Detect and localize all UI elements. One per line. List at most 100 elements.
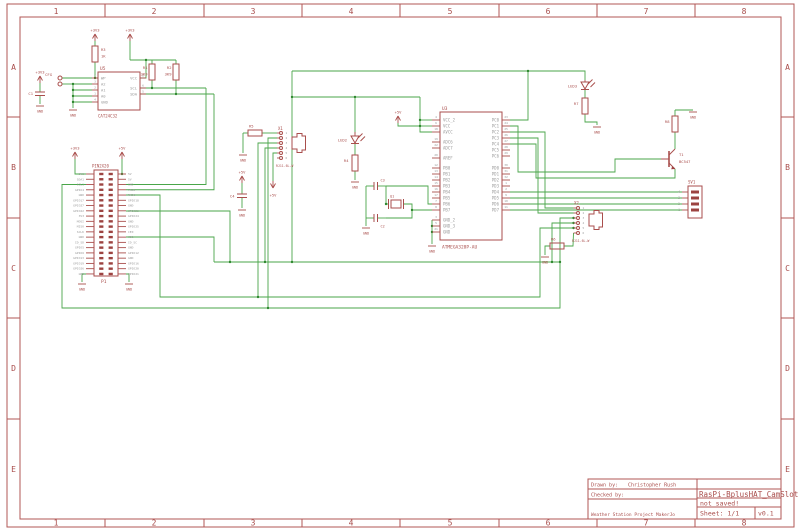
junction-dot [257, 296, 259, 298]
header-pin-label: GPIO19 [73, 261, 84, 265]
cfg-pad-1[interactable] [58, 76, 62, 80]
r8-ref: R8 [665, 119, 670, 124]
u5-pin-name: A1 [101, 88, 106, 93]
mcu-pin-name: PD1 [492, 172, 500, 177]
version-label: v0.1 [758, 510, 774, 518]
mcu-pin-number: 17 [434, 193, 438, 197]
connector-sv1[interactable]: SV1 4321 [678, 180, 702, 219]
supply-label: +3V3 [90, 28, 99, 33]
frame-col-label: 6 [546, 7, 551, 16]
u5-pin-number: 7 [94, 74, 96, 78]
rj11-jack-x1[interactable]: X1 RJ11-6L-W 123456 [276, 126, 306, 168]
mcu-pin-name: PD6 [492, 202, 500, 207]
x1-pin-number: 1 [286, 131, 288, 135]
frame-col-label: 3 [251, 519, 256, 528]
u5-pin-number: 3 [94, 80, 96, 84]
r7-ref: R7 [574, 101, 579, 106]
junction-dot [291, 96, 293, 98]
wire[interactable] [510, 126, 661, 172]
mcu-pin-number: 10 [504, 199, 508, 203]
wire[interactable] [126, 94, 214, 190]
cfg-label: CFG [45, 72, 53, 77]
transistor-t1[interactable]: T1 BC547 [661, 149, 690, 169]
mcu-pin-number: 30 [504, 163, 508, 167]
wire[interactable] [420, 97, 432, 132]
header-pin-label: MOSI [77, 219, 84, 223]
frame-col-label: 2 [152, 519, 157, 528]
gnd-label: GND [690, 116, 696, 120]
sv1-pin-number: 1 [678, 208, 680, 212]
frame-row-label: B [785, 163, 790, 172]
t1-ref: T1 [679, 152, 684, 157]
wire[interactable] [126, 88, 206, 185]
c1-ref: C1 [28, 91, 33, 96]
frame-col-label: 2 [152, 7, 157, 16]
header-pin-label: GPIO23 [128, 209, 139, 213]
resistor-r2 [173, 64, 179, 80]
mcu-pin-name: PB6 [443, 202, 451, 207]
mcu-pin-number: 3 [435, 215, 437, 219]
eeprom-u5[interactable]: U5 CAT24C32 WP7A23A12A01GND4VCC8SCL6SDA5… [45, 66, 146, 119]
wire[interactable] [258, 143, 277, 297]
junction-dots [72, 59, 575, 309]
header-pin-label: CE1 [128, 235, 134, 239]
u5-pin-name: A0 [101, 94, 106, 99]
q1-ref: Q1 [390, 195, 394, 199]
junction-dot [267, 307, 269, 309]
cfg-pad-2[interactable] [58, 82, 62, 86]
junction-dot [291, 261, 293, 263]
mcu-u3[interactable]: U3 ATMEGA328P-AU VCC_24VCC6AVCC18ADC619A… [432, 106, 510, 251]
header-pin-label: GPIO27 [73, 204, 84, 208]
mcu-pin-name: PD3 [492, 184, 500, 189]
supply-label: +3V3 [125, 28, 134, 33]
resistor-r4 [352, 155, 358, 171]
r2-ref: R2 [167, 65, 172, 70]
x2-value: RJ11-6L-W [572, 239, 589, 243]
header-pin-label: GND [128, 219, 134, 223]
capacitor-c1: C1 [28, 91, 45, 96]
r1-ref: R1 [143, 65, 148, 70]
header-pin-label: ID_SD [75, 240, 84, 244]
supply-label: +3V3 [70, 146, 79, 151]
gnd-label: GND [594, 131, 600, 135]
wire[interactable] [585, 114, 597, 125]
drawn-by-label: Drawn by: [591, 483, 618, 489]
crystal-q1[interactable]: Q1 [389, 195, 404, 210]
wire[interactable] [510, 144, 675, 178]
mcu-pin-number: 24 [504, 121, 508, 125]
header-pin-label: GPIO26 [73, 267, 84, 271]
header-pin-label: GPIO25 [128, 225, 139, 229]
wire[interactable] [126, 237, 214, 262]
title-block: Drawn by: Christopher Rush Checked by: W… [588, 479, 798, 519]
wire[interactable] [510, 71, 528, 120]
u5-pin-name: SDA [130, 92, 138, 97]
mcu-pin-name: PD0 [492, 166, 500, 171]
wire[interactable] [398, 123, 420, 126]
mcu-pin-name: PC2 [492, 130, 500, 135]
header-p1[interactable]: PIN2X20 P1 3V35VSDA15VSCL1GNDGPIO4TXD0GN… [73, 164, 139, 286]
junction-dot [551, 261, 553, 263]
header-pin-label: GPIO13 [73, 256, 84, 260]
sv1-pin-number: 3 [678, 196, 680, 200]
u5-pin-number: 6 [142, 84, 144, 88]
wire[interactable] [545, 246, 550, 255]
resistors[interactable]: R1 3K9 R2 3K9 R3 1K R4 R5 R6 R7 R8 [92, 46, 678, 249]
led3[interactable]: LED3 [568, 80, 595, 90]
r2-value: 3K9 [165, 72, 173, 77]
c3-ref: C3 [381, 179, 385, 183]
mcu-pin-number: 1 [505, 181, 507, 185]
wire[interactable] [386, 204, 412, 218]
mcu-pin-name: PB3 [443, 184, 451, 189]
wire[interactable] [510, 132, 574, 208]
wire[interactable] [292, 71, 585, 80]
frame-row-label: A [785, 63, 790, 72]
mcu-pin-name: PC4 [492, 142, 500, 147]
x1-pin-number: 6 [286, 156, 288, 160]
header-pin-label: GPIO4 [75, 188, 84, 192]
wire[interactable] [510, 138, 574, 213]
header-pin-label: GND [128, 204, 134, 208]
mcu-pin-number: 29 [504, 151, 508, 155]
supply-symbols[interactable]: +3V3+3V3+3V3+3V3+5V+5V+5V+5V [35, 28, 402, 198]
led2[interactable]: LED2 [338, 132, 365, 144]
rj11-jack-x2[interactable]: X2 RJ11-6L-W 123456 [572, 201, 603, 244]
